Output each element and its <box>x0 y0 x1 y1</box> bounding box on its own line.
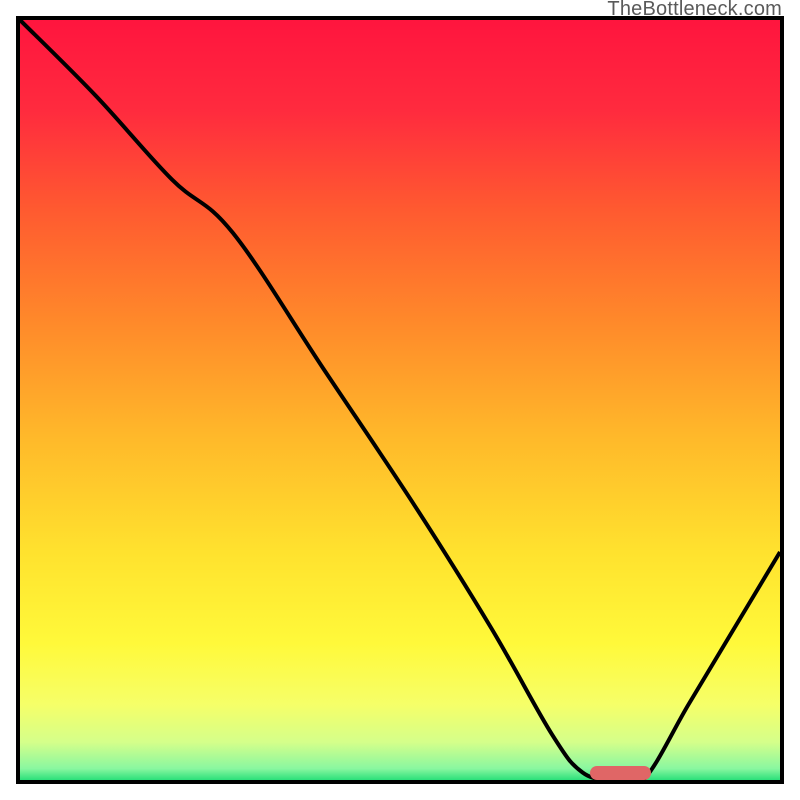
bottleneck-chart: TheBottleneck.com <box>0 0 800 800</box>
bottleneck-curve <box>20 20 780 780</box>
plot-area <box>16 16 784 784</box>
optimal-range-marker <box>590 766 651 780</box>
